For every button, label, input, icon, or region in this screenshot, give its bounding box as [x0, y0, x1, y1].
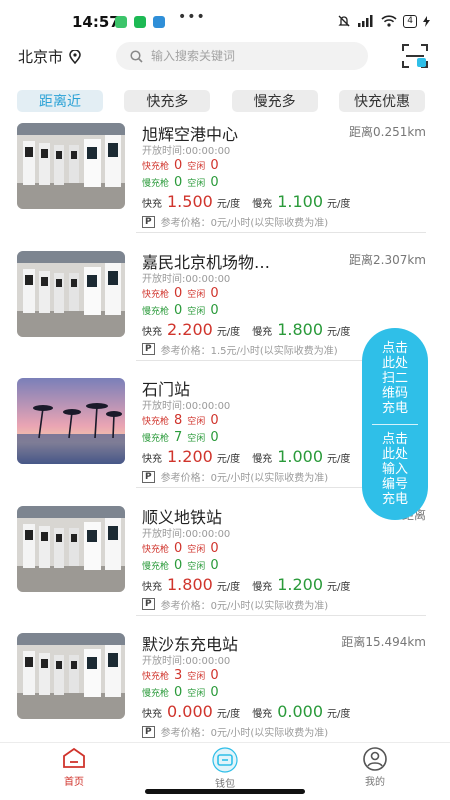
station-distance: 距离2.307km — [349, 252, 426, 267]
fast-gun-count: 快充枪 3 空闲 0 — [142, 668, 219, 683]
divider — [136, 614, 426, 616]
fast-price: 1.500 — [167, 192, 213, 211]
parking-icon: P — [142, 725, 155, 738]
parking-icon: P — [142, 598, 155, 610]
slow-gun-count: 慢充枪 7 空闲 0 — [142, 430, 219, 445]
fast-price: 1.800 — [167, 574, 213, 594]
battery-icon: 4 — [403, 14, 417, 28]
station-distance: 距离15.494km — [341, 635, 426, 649]
mute-icon — [338, 15, 350, 27]
nav-wallet[interactable]: 钱包 — [195, 747, 255, 790]
price-row: 快充 0.000 元/度 慢充 0.000 元/度 — [142, 702, 351, 721]
home-icon — [63, 747, 85, 768]
nav-profile[interactable]: 我的 — [345, 747, 405, 788]
station-photo — [17, 123, 125, 209]
parking-fee: P 参考价格：0元/小时(以实际收费为准) — [142, 214, 328, 229]
open-time: 开放时间:00:00:00 — [142, 273, 231, 285]
slow-price: 1.100 — [277, 192, 323, 211]
fast-price: 0.000 — [167, 702, 213, 721]
tab-most-slow[interactable]: 慢充多 — [231, 90, 318, 112]
fast-gun-count: 快充枪 0 空闲 0 — [142, 158, 219, 173]
wifi-icon — [381, 15, 397, 27]
slow-gun-count: 慢充枪 0 空闲 0 — [142, 302, 219, 318]
station-distance: 距离0.251km — [349, 125, 426, 139]
city-selector[interactable]: 北京市 — [18, 46, 81, 67]
search-bar[interactable] — [116, 42, 368, 70]
home-indicator[interactable] — [145, 789, 305, 794]
price-row: 快充 1.500 元/度 慢充 1.100 元/度 — [142, 192, 351, 211]
parking-fee: P 参考价格：0元/小时(以实际收费为准) — [142, 724, 328, 739]
tab-fast-discount[interactable]: 快充优惠 — [338, 90, 425, 112]
charge-float-button: 点击 此处 扫二 维码 充电 点击 此处 输入 编号 充电 — [362, 328, 428, 520]
station-photo — [17, 378, 125, 464]
scan-icon[interactable] — [401, 42, 429, 70]
nav-home-label: 首页 — [64, 777, 84, 788]
city-label: 北京市 — [18, 48, 64, 66]
scan-qr-charge-button[interactable]: 点击 此处 扫二 维码 充电 — [362, 341, 428, 416]
parking-icon: P — [142, 470, 155, 483]
station-card[interactable]: 默沙东充电站 距离15.494km 开放时间:00:00:00 快充枪 3 空闲 0 … — [0, 628, 450, 756]
open-time: 开放时间:00:00:00 — [142, 528, 231, 540]
parking-fee: P 参考价格：0元/小时(以实际收费为准) — [142, 597, 328, 612]
fast-gun-count: 快充枪 0 空闲 0 — [142, 285, 219, 301]
fast-price: 2.200 — [167, 319, 213, 339]
filter-tabs: 距离近 快充多 慢充多 快充优惠 — [17, 90, 425, 112]
divider — [372, 424, 418, 425]
wallet-icon — [212, 747, 238, 773]
slow-gun-count: 慢充枪 0 空闲 0 — [142, 557, 219, 573]
tab-nearest[interactable]: 距离近 — [17, 90, 103, 112]
fast-gun-count: 快充枪 8 空闲 0 — [142, 413, 219, 428]
open-time: 开放时间:00:00:00 — [142, 401, 231, 412]
status-bar: 14:57 ••• 4 — [0, 0, 450, 40]
more-notifications-icon: ••• — [178, 9, 206, 25]
enter-code-charge-button[interactable]: 点击 此处 输入 编号 充电 — [362, 432, 428, 507]
profile-icon — [363, 747, 387, 771]
station-card[interactable]: 旭辉空港中心 距离0.251km 开放时间:00:00:00 快充枪 0 空闲 0 慢… — [0, 118, 450, 246]
price-row: 快充 1.200 元/度 慢充 1.000 元/度 — [142, 447, 351, 466]
search-icon — [130, 49, 143, 63]
signal-icon — [358, 15, 373, 27]
search-input[interactable] — [151, 49, 341, 63]
nav-home[interactable]: 首页 — [44, 747, 104, 788]
station-photo — [17, 250, 125, 337]
app-header: 北京市 — [0, 40, 450, 72]
slow-price: 1.000 — [277, 447, 323, 466]
station-card[interactable]: 顺义地铁站 距离 开放时间:00:00:00 快充枪 0 空闲 0 慢充枪 0 空闲 0 快… — [0, 501, 450, 629]
price-row: 快充 2.200 元/度 慢充 1.800 元/度 — [142, 319, 351, 339]
fast-price: 1.200 — [167, 447, 213, 466]
slow-price: 1.800 — [277, 319, 323, 339]
slow-price: 0.000 — [277, 702, 323, 721]
station-photo — [17, 505, 125, 592]
fast-gun-count: 快充枪 0 空闲 0 — [142, 540, 219, 556]
open-time: 开放时间:00:00:00 — [142, 656, 231, 667]
parking-fee: P 参考价格：1.5元/小时(以实际收费为准) — [142, 342, 338, 357]
nav-wallet-label: 钱包 — [215, 779, 235, 790]
parking-icon: P — [142, 215, 155, 228]
wechat-icon — [134, 16, 146, 28]
station-photo — [17, 633, 125, 719]
parking-fee: P 参考价格：0元/小时(以实际收费为准) — [142, 469, 328, 484]
notification-app-icon — [153, 16, 165, 28]
parking-icon: P — [142, 343, 155, 355]
slow-gun-count: 慢充枪 0 空闲 0 — [142, 175, 219, 190]
notification-app-icon — [115, 16, 127, 28]
charging-bolt-icon — [423, 15, 430, 27]
price-row: 快充 1.800 元/度 慢充 1.200 元/度 — [142, 574, 351, 594]
divider — [136, 232, 426, 233]
nav-profile-label: 我的 — [365, 777, 385, 788]
slow-price: 1.200 — [277, 574, 323, 594]
slow-gun-count: 慢充枪 0 空闲 0 — [142, 685, 219, 700]
tab-most-fast[interactable]: 快充多 — [124, 90, 211, 112]
location-pin-icon — [69, 49, 81, 64]
status-time: 14:57 — [72, 13, 120, 31]
open-time: 开放时间:00:00:00 — [142, 146, 231, 157]
